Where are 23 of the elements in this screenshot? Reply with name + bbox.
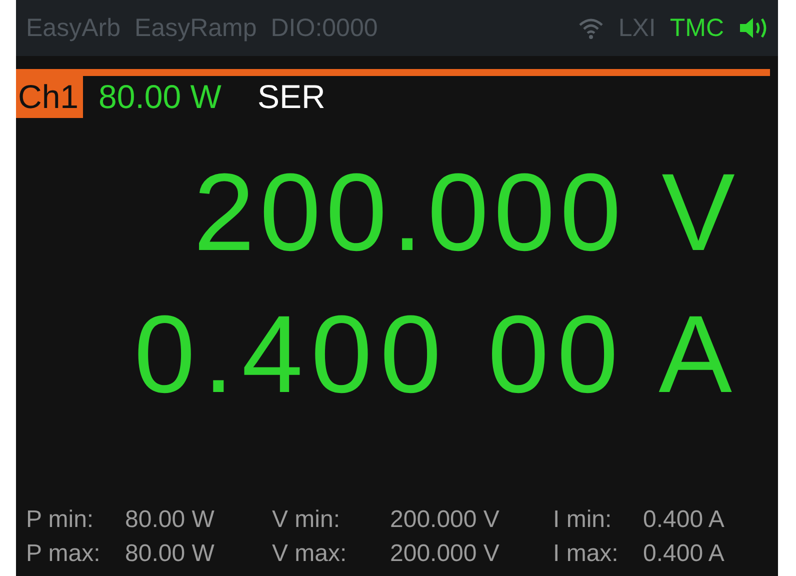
limit-value: 0.400 A [643, 539, 726, 569]
limit-value: 200.000 V [390, 505, 500, 535]
limit-value: 0.400 A [643, 505, 726, 535]
mode-label: SER [257, 78, 326, 116]
measurement-reading: 0.400 00 A [134, 300, 740, 410]
limit-label: I min: [553, 505, 613, 535]
limit-label: P min: [26, 505, 95, 535]
app-label[interactable]: EasyRamp [134, 14, 257, 42]
limit-label: V min: [272, 505, 342, 535]
interface-label: LXI [618, 14, 656, 42]
channel-badge: Ch1 [16, 76, 83, 118]
app-label[interactable]: EasyArb [26, 14, 120, 42]
wifi-icon [578, 16, 604, 40]
interface-label: TMC [670, 14, 724, 42]
app-label[interactable]: DIO:0000 [270, 14, 378, 42]
limit-label: V max: [272, 539, 348, 569]
limit-label: I max: [553, 539, 620, 569]
limit-value: 80.00 W [125, 505, 216, 535]
limit-value: 80.00 W [125, 539, 216, 569]
power-setting: 80.00 W [98, 78, 222, 116]
limit-label: P max: [26, 539, 102, 569]
limit-value: 200.000 V [390, 539, 500, 569]
measurement-reading: 200.000 V [193, 158, 740, 268]
